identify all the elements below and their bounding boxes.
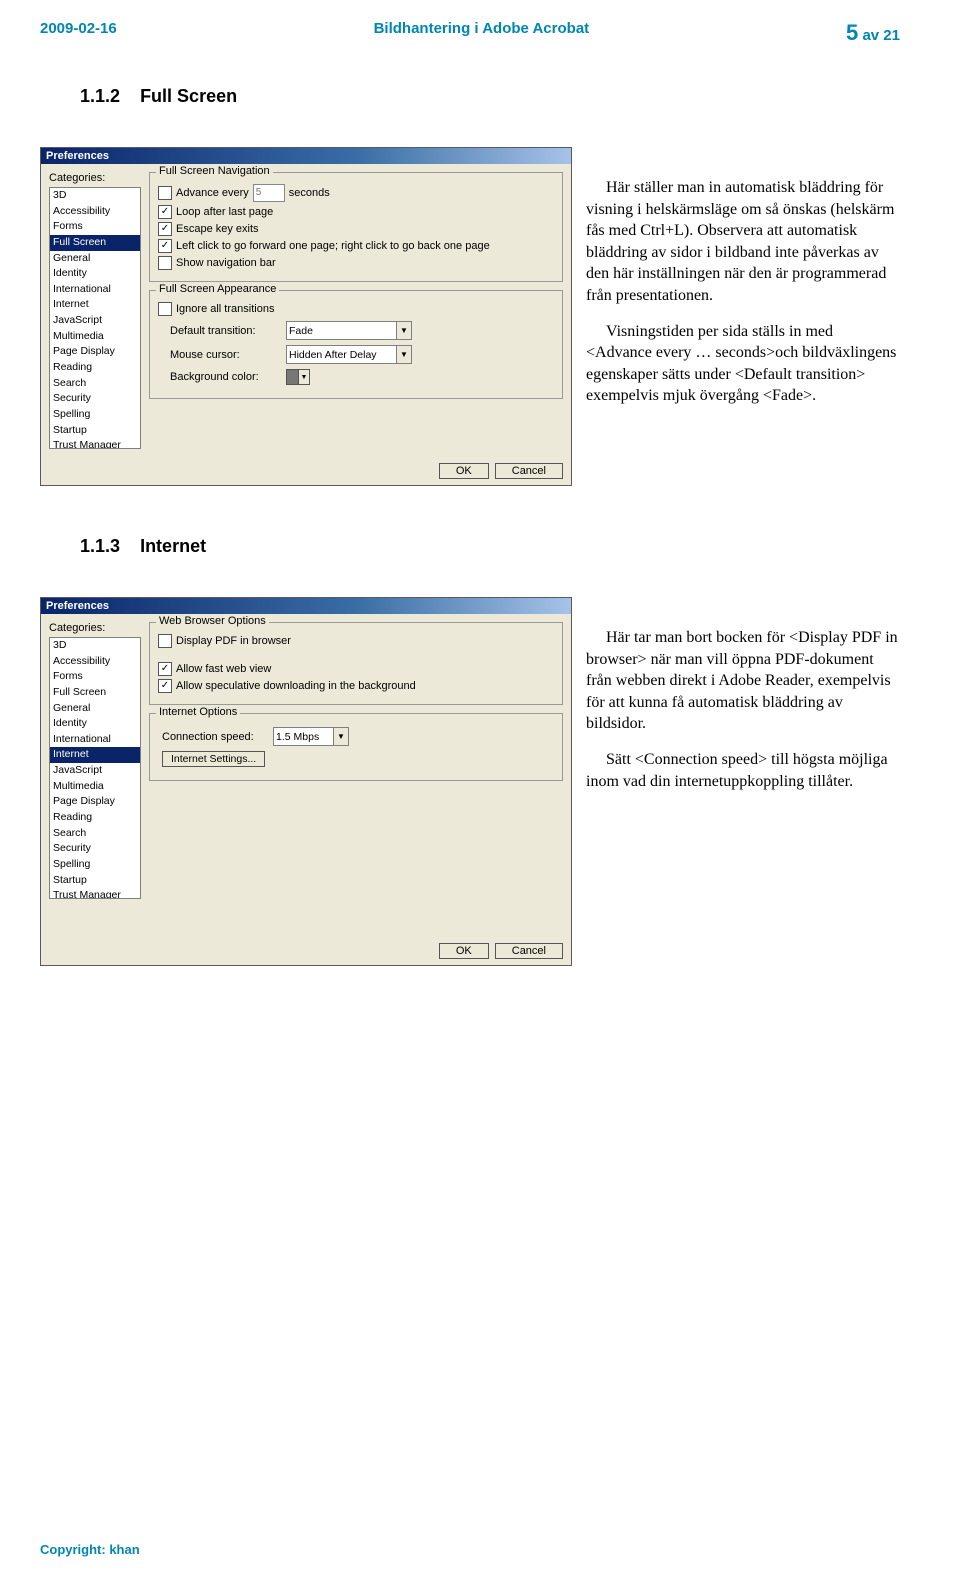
speculative-dl-checkbox[interactable]: ✓ [158,679,172,693]
header-date: 2009-02-16 [40,20,117,46]
header-title: Bildhantering i Adobe Acrobat [374,20,590,46]
header-page: 5 av 21 [846,20,900,46]
category-item[interactable]: Page Display [50,794,140,810]
section-2-title: 1.1.3 Internet [80,536,900,557]
category-item[interactable]: Identity [50,266,140,282]
dialog-titlebar[interactable]: Preferences [41,148,571,164]
category-item[interactable]: General [50,701,140,717]
advance-every-checkbox[interactable] [158,186,172,200]
category-item[interactable]: Search [50,826,140,842]
category-item[interactable]: Identity [50,716,140,732]
categories-list[interactable]: 3DAccessibilityFormsFull ScreenGeneralId… [49,187,141,449]
category-item[interactable]: JavaScript [50,763,140,779]
category-item[interactable]: Startup [50,423,140,439]
category-item[interactable]: Spelling [50,407,140,423]
fullscreen-appearance-group: Full Screen Appearance Ignore all transi… [149,290,563,399]
category-item[interactable]: Accessibility [50,654,140,670]
categories-list[interactable]: 3DAccessibilityFormsFull ScreenGeneralId… [49,637,141,899]
side-text-1: Här ställer man in automatisk bläddring … [586,147,900,421]
ok-button[interactable]: OK [439,463,489,479]
category-item[interactable]: Reading [50,810,140,826]
category-item[interactable]: JavaScript [50,313,140,329]
chevron-down-icon: ▼ [396,346,411,363]
chevron-down-icon: ▼ [333,728,348,745]
cancel-button[interactable]: Cancel [495,463,563,479]
section-1-title: 1.1.2 Full Screen [80,86,900,107]
internet-settings-button[interactable]: Internet Settings... [162,751,265,767]
fast-web-checkbox[interactable]: ✓ [158,662,172,676]
category-item[interactable]: Accessibility [50,204,140,220]
default-transition-combo[interactable]: Fade ▼ [286,321,412,340]
shownav-checkbox[interactable] [158,256,172,270]
cancel-button[interactable]: Cancel [495,943,563,959]
category-item[interactable]: International [50,732,140,748]
mouse-cursor-combo[interactable]: Hidden After Delay ▼ [286,345,412,364]
category-item[interactable]: Forms [50,219,140,235]
leftclick-checkbox[interactable]: ✓ [158,239,172,253]
category-item[interactable]: Search [50,376,140,392]
category-item[interactable]: Forms [50,669,140,685]
category-item[interactable]: International [50,282,140,298]
category-item[interactable]: Multimedia [50,779,140,795]
ok-button[interactable]: OK [439,943,489,959]
category-item[interactable]: Full Screen [50,685,140,701]
category-item[interactable]: Page Display [50,344,140,360]
internet-options-group: Internet Options Connection speed: 1.5 M… [149,713,563,781]
category-item[interactable]: Trust Manager [50,888,140,899]
connection-speed-combo[interactable]: 1.5 Mbps ▼ [273,727,349,746]
category-item[interactable]: Security [50,841,140,857]
preferences-dialog-internet: Preferences Categories: 3DAccessibilityF… [40,597,572,966]
category-item[interactable]: General [50,251,140,267]
categories-label: Categories: [49,622,141,634]
escape-checkbox[interactable]: ✓ [158,222,172,236]
chevron-down-icon: ▼ [396,322,411,339]
fullscreen-navigation-group: Full Screen Navigation Advance every 5 s… [149,172,563,282]
background-color-picker[interactable]: ▼ [286,369,310,385]
category-item[interactable]: Security [50,391,140,407]
category-item[interactable]: Spelling [50,857,140,873]
category-item[interactable]: Reading [50,360,140,376]
loop-checkbox[interactable]: ✓ [158,205,172,219]
category-item[interactable]: Startup [50,873,140,889]
footer-copyright: Copyright: khan [40,1542,140,1557]
web-browser-options-group: Web Browser Options Display PDF in brows… [149,622,563,705]
category-item[interactable]: Multimedia [50,329,140,345]
categories-label: Categories: [49,172,141,184]
category-item[interactable]: Full Screen [50,235,140,251]
display-pdf-checkbox[interactable] [158,634,172,648]
page-header: 2009-02-16 Bildhantering i Adobe Acrobat… [40,20,900,46]
ignore-transitions-checkbox[interactable] [158,302,172,316]
category-item[interactable]: Trust Manager [50,438,140,449]
category-item[interactable]: 3D [50,188,140,204]
dialog-titlebar[interactable]: Preferences [41,598,571,614]
preferences-dialog-fullscreen: Preferences Categories: 3DAccessibilityF… [40,147,572,486]
category-item[interactable]: 3D [50,638,140,654]
category-item[interactable]: Internet [50,297,140,313]
category-item[interactable]: Internet [50,747,140,763]
side-text-2: Här tar man bort bocken för <Display PDF… [586,597,900,806]
advance-seconds-input[interactable]: 5 [253,184,285,202]
